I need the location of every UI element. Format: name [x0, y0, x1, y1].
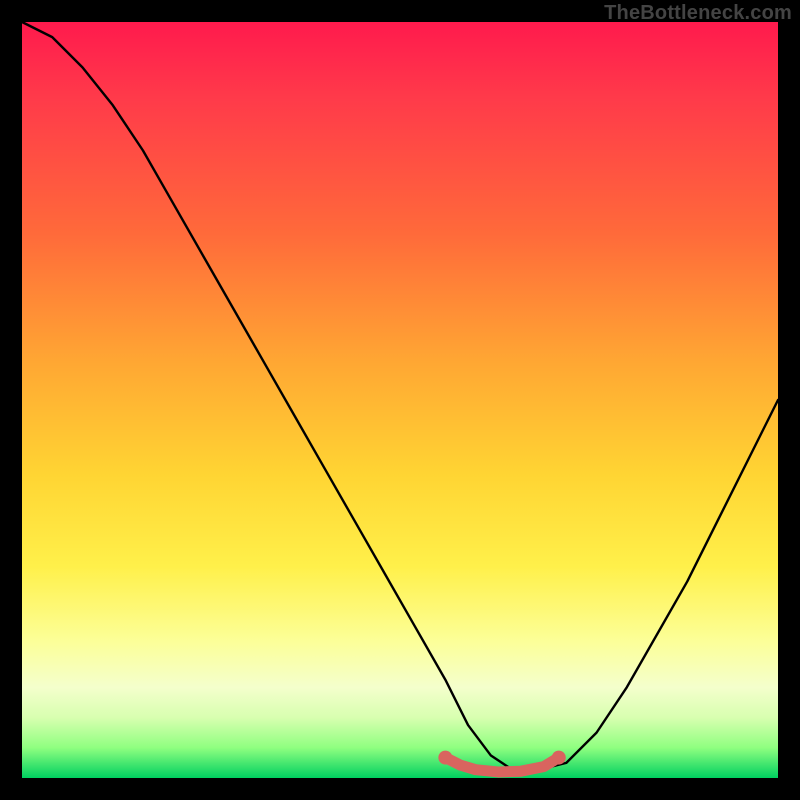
- sweet-spot-marker: [445, 758, 558, 772]
- plot-area: [22, 22, 778, 778]
- bottleneck-curve: [22, 22, 778, 770]
- sweet-spot-start-dot: [438, 751, 452, 765]
- sweet-spot-end-dot: [552, 751, 566, 765]
- curve-layer: [22, 22, 778, 778]
- chart-frame: TheBottleneck.com: [0, 0, 800, 800]
